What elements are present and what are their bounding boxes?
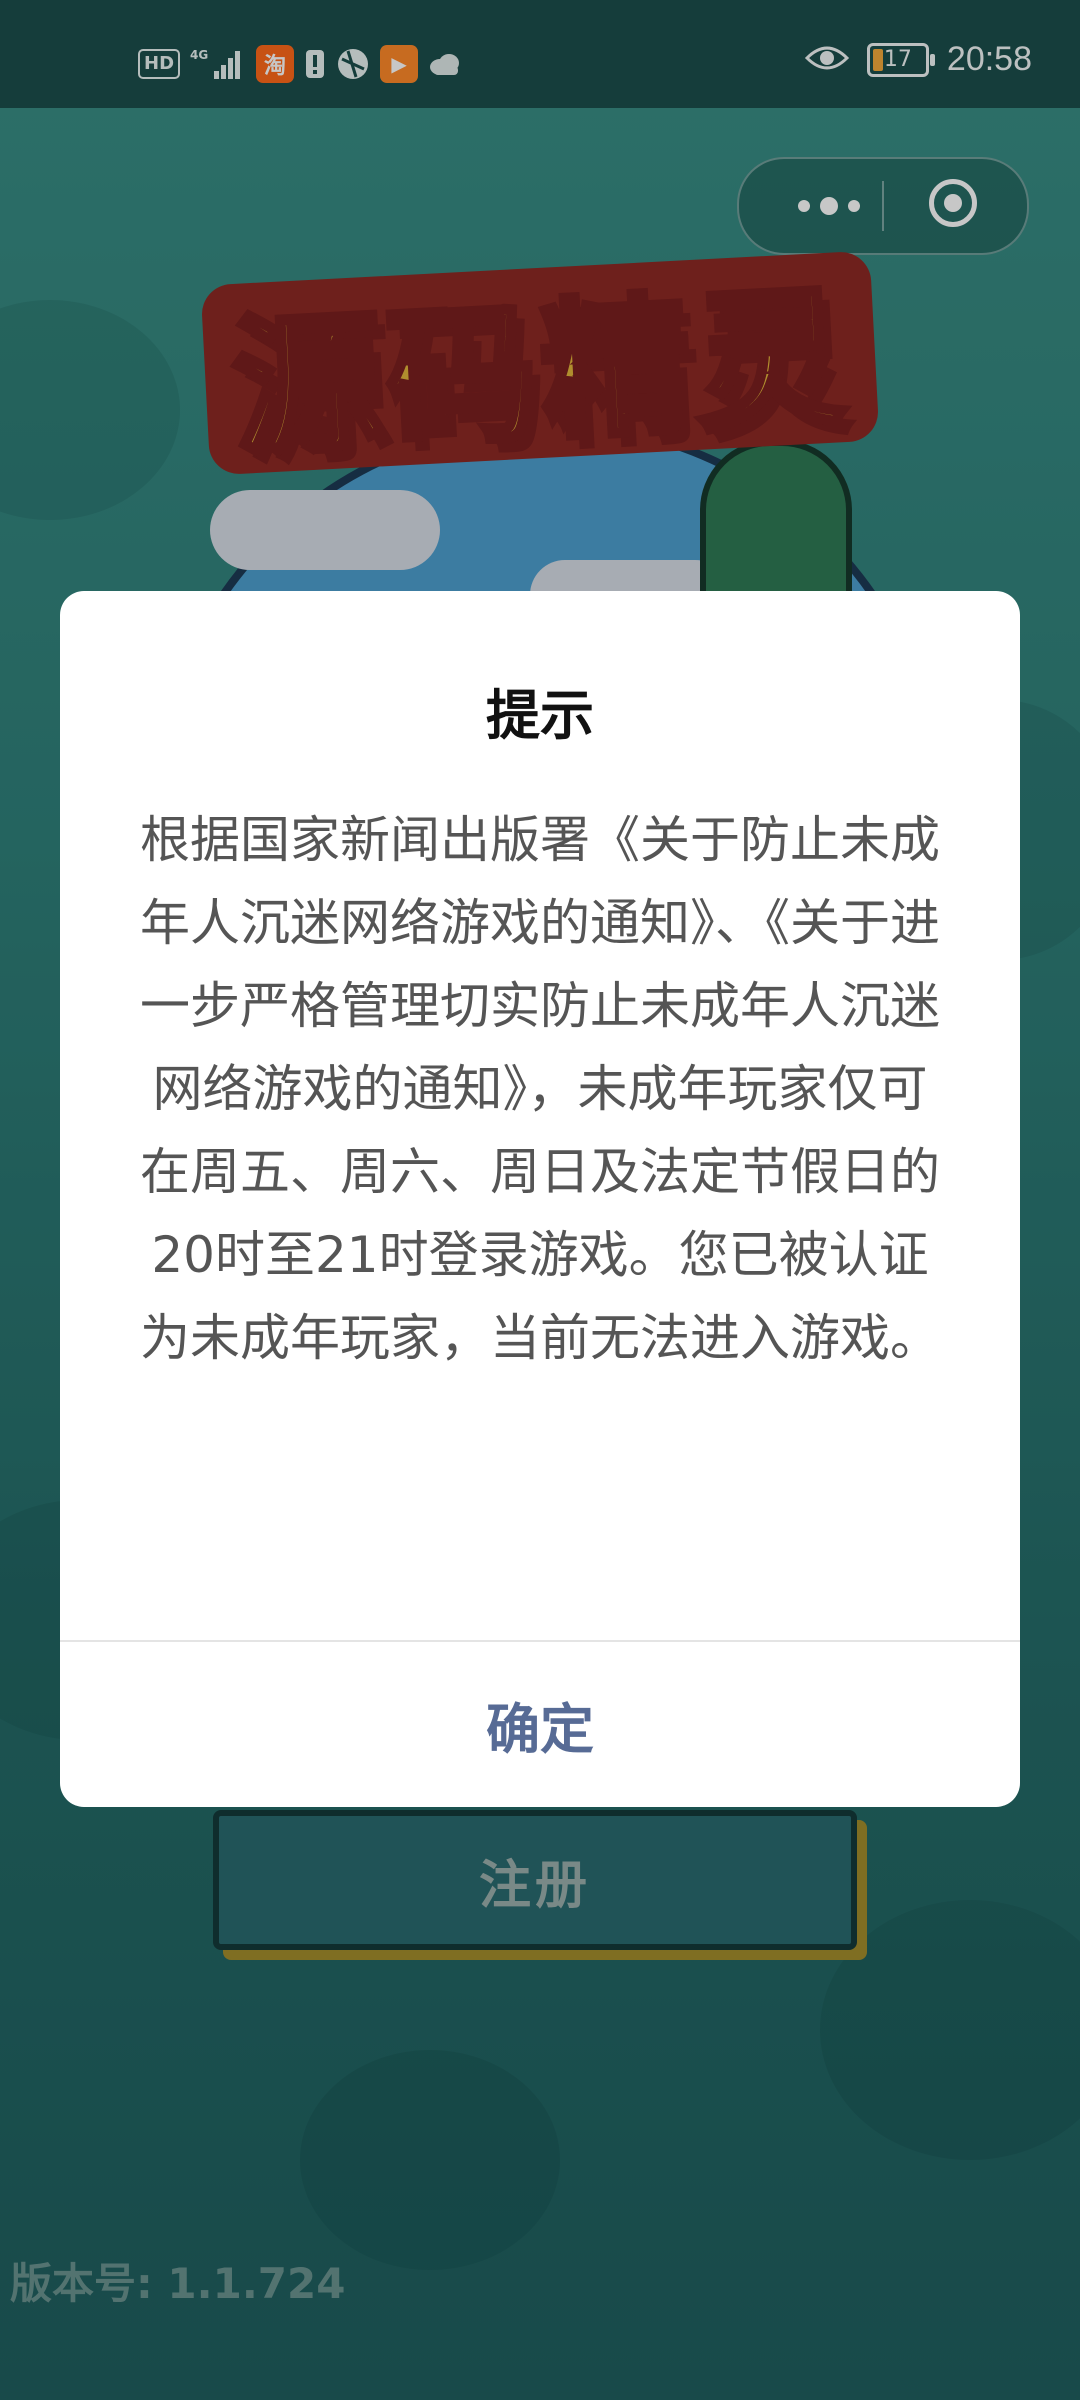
confirm-button[interactable]: 确定 — [60, 1642, 1020, 1807]
dialog-message: 根据国家新闻出版署《关于防止未成年人沉迷网络游戏的通知》、《关于进一步严格管理切… — [140, 811, 940, 1367]
dialog-title: 提示 — [486, 684, 594, 747]
game-screen: HD 4G 淘 ▶ 17 20:58 源码精灵 注册 版本号: 1.1.724 … — [0, 0, 1080, 2400]
notice-dialog: 提示 根据国家新闻出版署《关于防止未成年人沉迷网络游戏的通知》、《关于进一步严格… — [60, 591, 1020, 1807]
